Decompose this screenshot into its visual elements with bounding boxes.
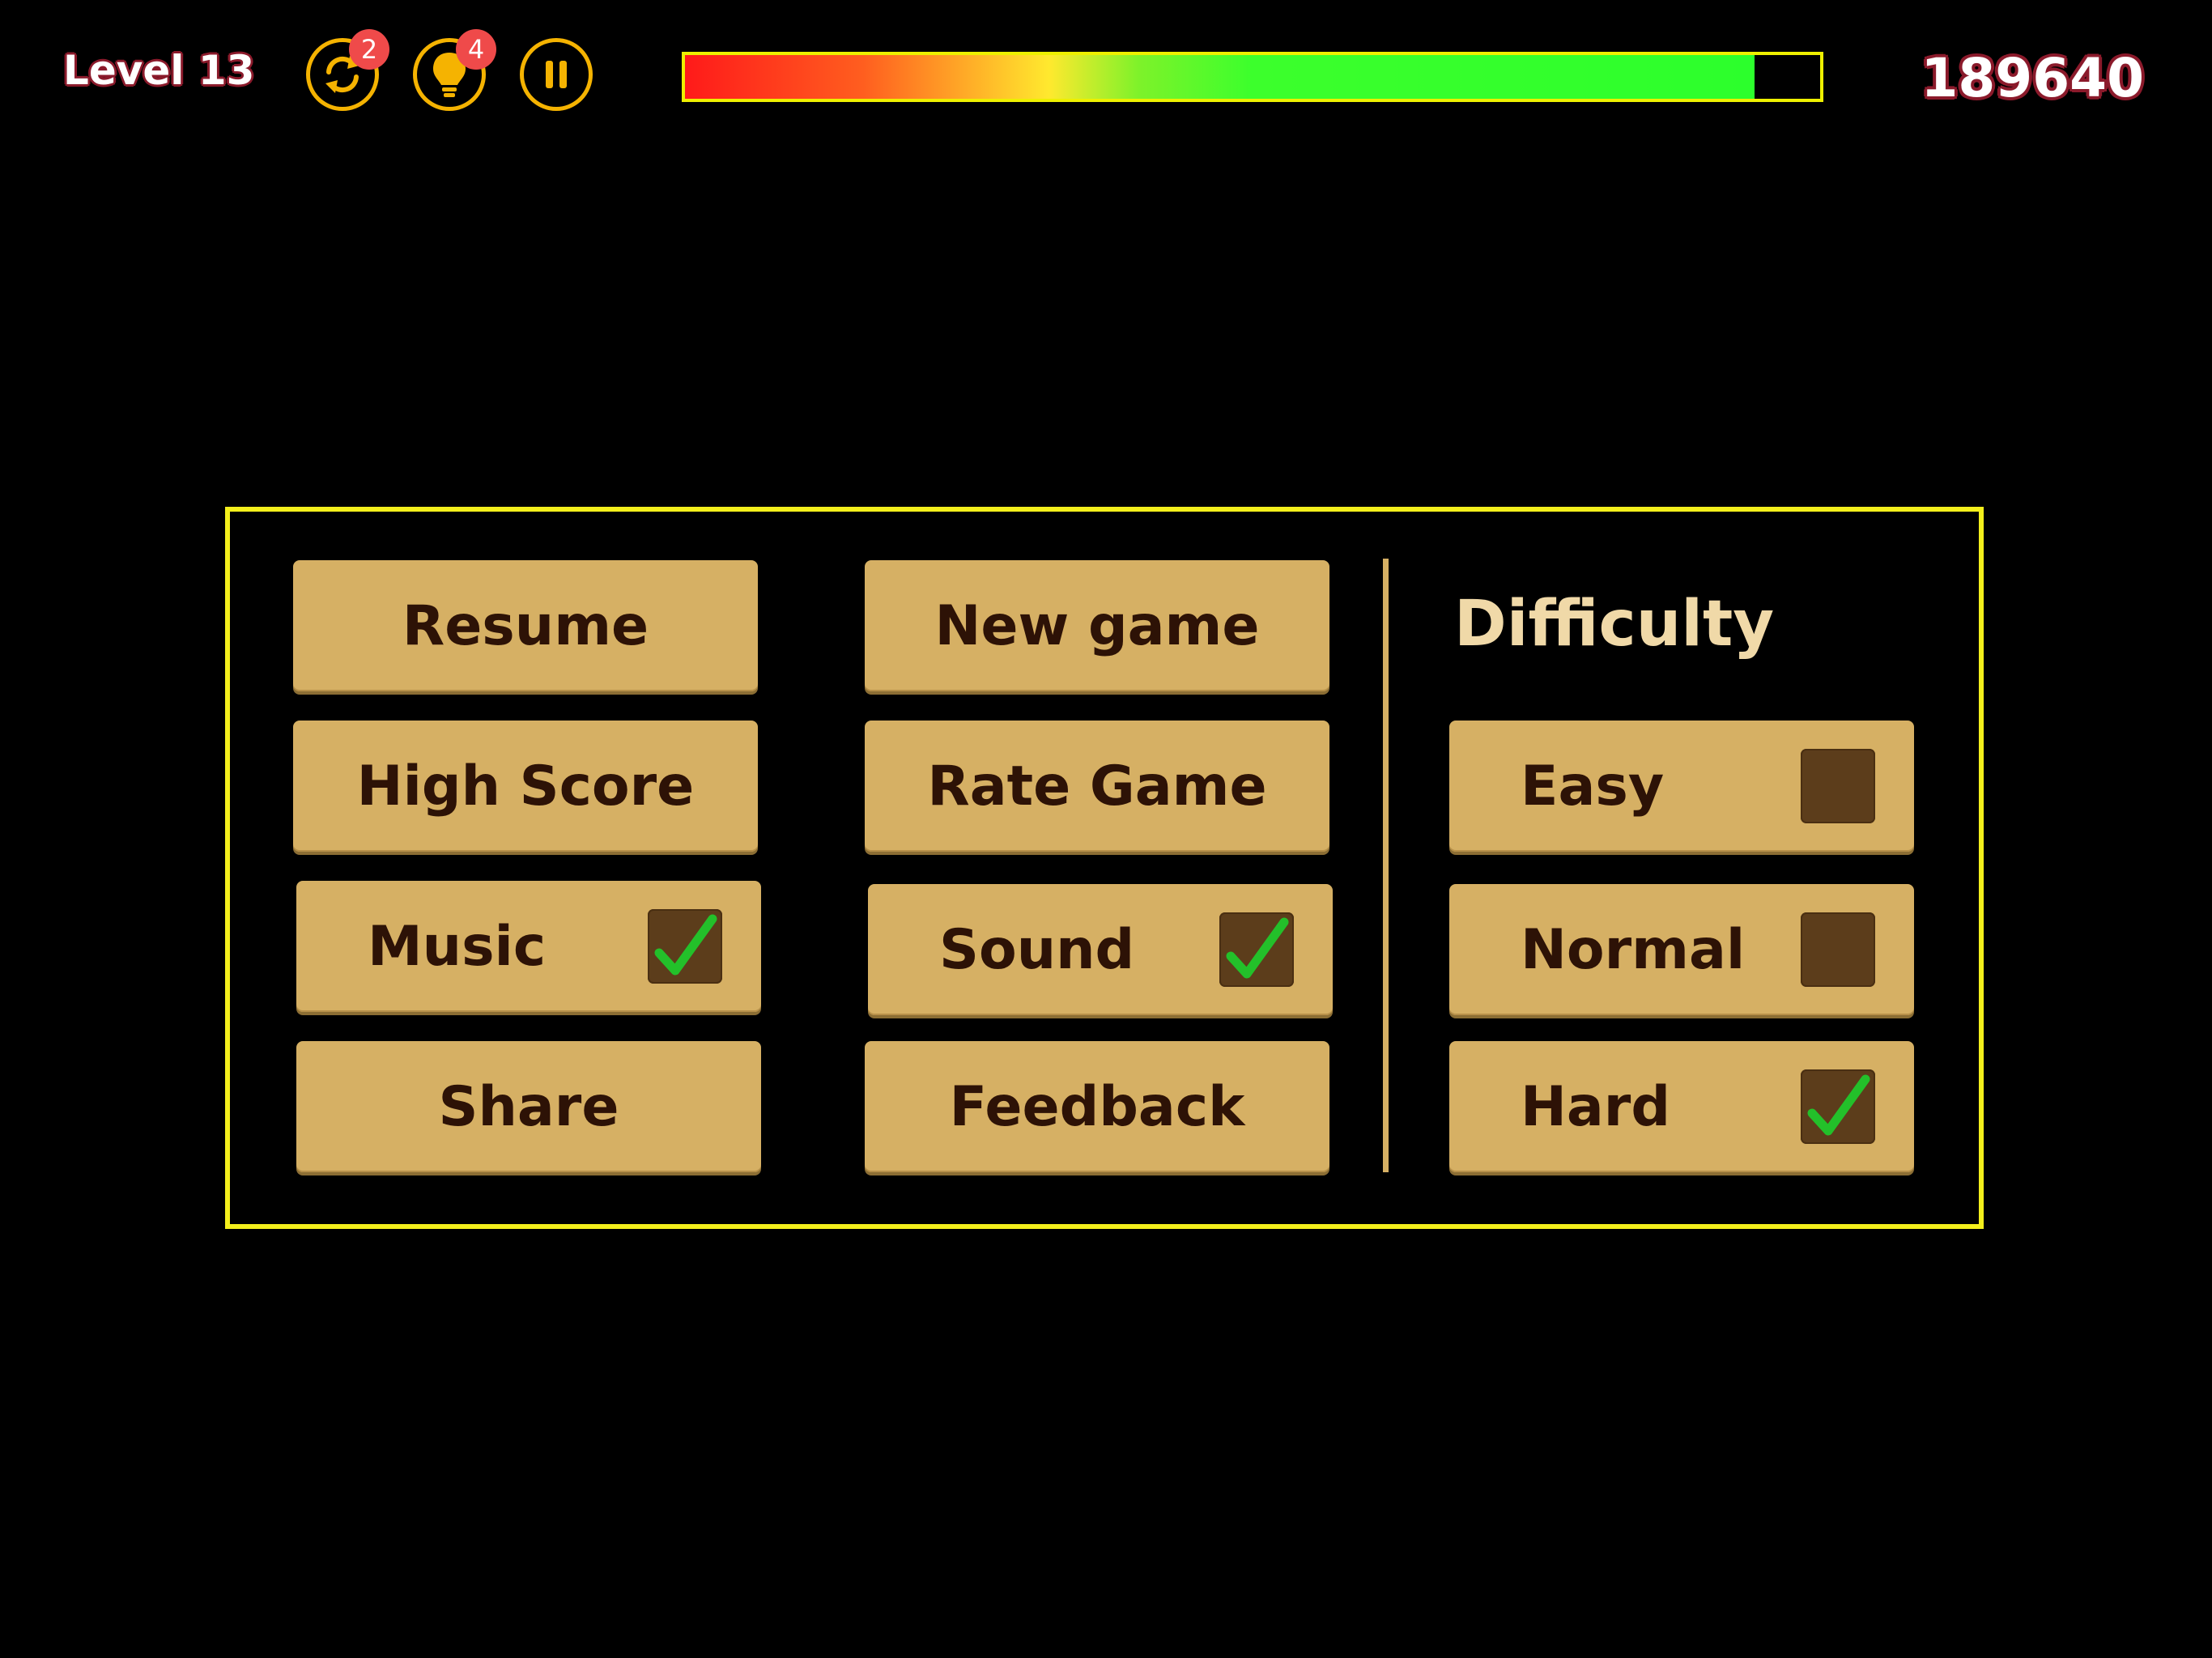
score-display: 189640 bbox=[1921, 47, 2144, 109]
hard-checkbox[interactable] bbox=[1801, 1069, 1875, 1144]
music-label: Music bbox=[368, 914, 547, 979]
pause-icon bbox=[536, 54, 576, 95]
level-indicator: Level 13 bbox=[63, 47, 255, 94]
checkmark-icon bbox=[1226, 917, 1289, 979]
sound-toggle[interactable]: Sound bbox=[868, 884, 1333, 1015]
checkmark-icon bbox=[654, 914, 717, 976]
undo-count-badge: 2 bbox=[349, 29, 389, 70]
difficulty-normal-option[interactable]: Normal bbox=[1449, 884, 1914, 1015]
rate-game-button[interactable]: Rate Game bbox=[865, 721, 1329, 852]
checkmark-icon bbox=[1807, 1074, 1870, 1136]
difficulty-option-label: Easy bbox=[1521, 754, 1665, 818]
difficulty-hard-option[interactable]: Hard bbox=[1449, 1041, 1914, 1172]
new-game-button[interactable]: New game bbox=[865, 560, 1329, 691]
difficulty-option-label: Normal bbox=[1521, 917, 1746, 982]
undo-button[interactable]: 2 bbox=[306, 29, 389, 111]
easy-checkbox[interactable] bbox=[1801, 749, 1875, 823]
normal-checkbox[interactable] bbox=[1801, 912, 1875, 987]
health-bar-fill bbox=[685, 55, 1755, 99]
hint-button[interactable]: 4 bbox=[413, 29, 496, 111]
pause-button[interactable] bbox=[520, 38, 593, 111]
music-checkbox[interactable] bbox=[648, 909, 722, 984]
hint-count-badge: 4 bbox=[456, 29, 496, 70]
difficulty-easy-option[interactable]: Easy bbox=[1449, 721, 1914, 852]
health-bar bbox=[682, 52, 1823, 102]
difficulty-title: Difficulty bbox=[1454, 588, 1775, 661]
share-button[interactable]: Share bbox=[296, 1041, 761, 1172]
sound-label: Sound bbox=[939, 917, 1135, 982]
resume-button[interactable]: Resume bbox=[293, 560, 758, 691]
sound-checkbox[interactable] bbox=[1219, 912, 1294, 987]
high-score-button[interactable]: High Score bbox=[293, 721, 758, 852]
music-toggle[interactable]: Music bbox=[296, 881, 761, 1012]
difficulty-option-label: Hard bbox=[1521, 1074, 1671, 1139]
feedback-button[interactable]: Feedback bbox=[865, 1041, 1329, 1172]
column-divider bbox=[1383, 559, 1389, 1172]
